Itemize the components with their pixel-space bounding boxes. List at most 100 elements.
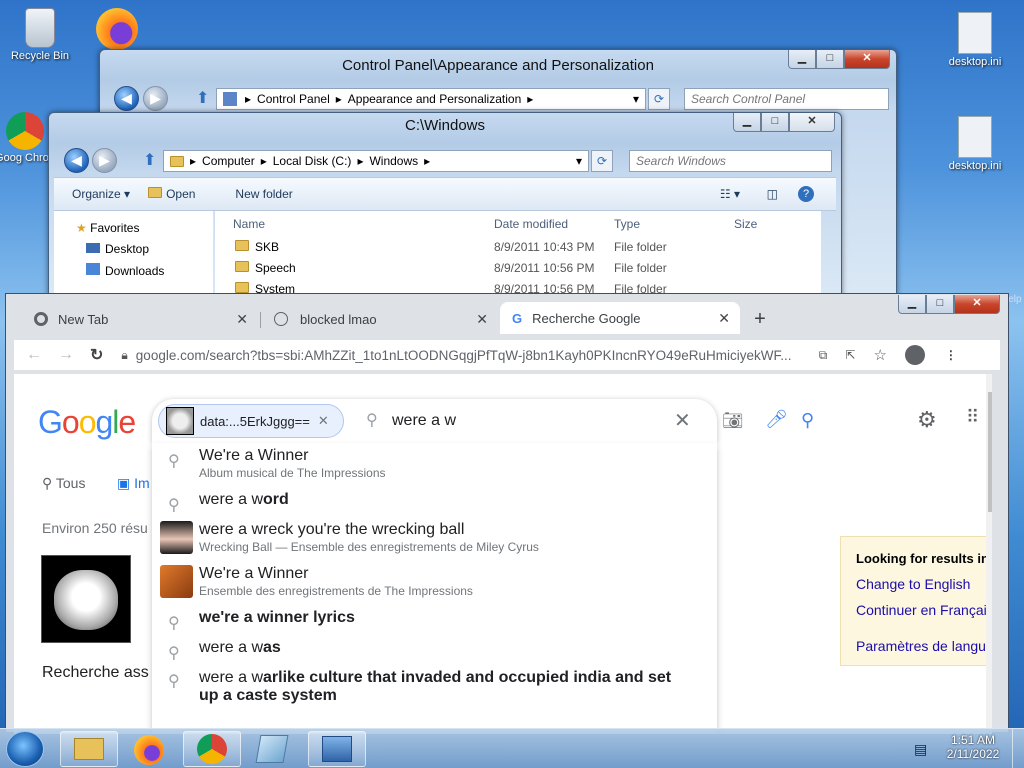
bookmark-star-icon[interactable]: ☆ xyxy=(873,346,886,364)
maximize-button[interactable]: □ xyxy=(816,50,844,69)
microphone-icon[interactable]: 🎤︎ xyxy=(765,409,788,430)
network-icon[interactable]: ▤ xyxy=(914,741,927,758)
suggestion-item[interactable]: ⚲ were a warlike culture that invaded an… xyxy=(152,669,717,705)
tab-images[interactable]: ▣ Im xyxy=(117,475,150,492)
view-options-icon[interactable]: ☷ ▾ xyxy=(720,187,740,201)
breadcrumb-control-panel[interactable]: Control Panel xyxy=(257,92,330,106)
file-row[interactable]: SKB 8/9/2011 10:43 PM File folder xyxy=(215,236,821,257)
url-field[interactable]: google.com/search?tbs=sbi:AMhZZit_1to1nL… xyxy=(136,348,801,363)
scrollbar-thumb[interactable] xyxy=(988,392,992,512)
suggestion-item[interactable]: were a wreck you're the wrecking ball Wr… xyxy=(152,521,717,554)
translate-icon[interactable]: ⧉ xyxy=(819,348,828,363)
close-tab-icon[interactable]: ✕ xyxy=(236,311,248,328)
breadcrumb-windows[interactable]: Windows xyxy=(369,154,418,168)
taskbar-control-panel-button[interactable] xyxy=(308,731,366,767)
new-tab-button[interactable]: + xyxy=(747,307,773,333)
address-bar[interactable]: ▸ Computer ▸ Local Disk (C:) ▸ Windows ▸… xyxy=(163,150,589,172)
column-type[interactable]: Type xyxy=(614,217,640,231)
search-windows-input[interactable]: Search Windows xyxy=(629,150,832,172)
column-name[interactable]: Name xyxy=(233,217,265,231)
tab-new-tab[interactable]: New Tab ✕ xyxy=(22,304,258,334)
forward-button[interactable]: ▶ xyxy=(143,86,168,111)
breadcrumb-local-disk[interactable]: Local Disk (C:) xyxy=(273,154,352,168)
reload-icon[interactable]: ↻ xyxy=(90,345,103,365)
up-arrow-icon[interactable]: ⬆ xyxy=(196,88,209,108)
recycle-bin-desktop-icon[interactable]: Recycle Bin xyxy=(0,8,80,62)
image-search-chip[interactable]: data:...5ErkJggg== ✕ xyxy=(158,404,344,438)
maximize-button[interactable]: □ xyxy=(926,295,954,314)
search-control-panel-input[interactable]: Search Control Panel xyxy=(684,88,889,110)
tab-recherche-google[interactable]: G Recherche Google ✕ xyxy=(500,302,740,334)
google-logo[interactable]: Google xyxy=(38,404,136,441)
language-settings-link[interactable]: Paramètres de langue xyxy=(856,638,992,654)
settings-gear-icon[interactable]: ⚙ xyxy=(917,407,937,433)
clock[interactable]: 1:51 AM 2/11/2022 xyxy=(938,733,1008,761)
open-button[interactable]: Open xyxy=(148,187,195,201)
help-icon[interactable]: ? xyxy=(798,186,814,202)
forward-button[interactable]: ▶ xyxy=(92,148,117,173)
back-arrow-icon[interactable]: ← xyxy=(26,346,42,364)
start-button[interactable] xyxy=(6,731,44,767)
continue-french-link[interactable]: Continuer en Françai xyxy=(856,602,987,618)
chrome-window[interactable]: ▁ □ ✕ New Tab ✕ blocked lmao ✕ G Recherc… xyxy=(5,293,1009,734)
address-dropdown-icon[interactable]: ▾ xyxy=(633,92,639,106)
taskbar-firefox-button[interactable] xyxy=(134,735,164,765)
preview-pane-icon[interactable]: ◫ xyxy=(767,187,778,201)
favorites-item[interactable]: ★ Favorites xyxy=(76,221,139,235)
minimize-button[interactable]: ▁ xyxy=(898,295,926,314)
share-icon[interactable]: ⇱ xyxy=(845,348,855,362)
minimize-button[interactable]: ▁ xyxy=(733,113,761,132)
close-button[interactable]: ✕ xyxy=(844,50,890,69)
related-search[interactable]: Recherche ass xyxy=(42,664,149,682)
back-button[interactable]: ◀ xyxy=(114,86,139,111)
taskbar-chrome-button[interactable] xyxy=(183,731,241,767)
search-submit-icon[interactable]: ⚲ xyxy=(801,410,814,431)
refresh-button[interactable]: ⟳ xyxy=(591,150,613,172)
address-bar[interactable]: ▸ Control Panel ▸ Appearance and Persona… xyxy=(216,88,646,110)
close-button[interactable]: ✕ xyxy=(789,113,835,132)
tab-blocked[interactable]: blocked lmao ✕ xyxy=(262,304,498,334)
suggestion-item[interactable]: ⚲ we're a winner lyrics xyxy=(152,609,717,632)
refresh-button[interactable]: ⟳ xyxy=(648,88,670,110)
search-input[interactable]: were a w xyxy=(392,412,456,430)
close-tab-icon[interactable]: ✕ xyxy=(476,311,488,328)
forward-arrow-icon[interactable]: → xyxy=(58,346,74,364)
camera-icon[interactable]: 📷︎ xyxy=(722,411,744,431)
file-row[interactable]: Speech 8/9/2011 10:56 PM File folder xyxy=(215,257,821,278)
suggestion-item[interactable]: ⚲ We're a Winner Album musical de The Im… xyxy=(152,447,717,480)
taskbar-explorer-button[interactable] xyxy=(60,731,118,767)
tab-all[interactable]: ⚲ Tous xyxy=(42,475,85,492)
show-desktop-button[interactable] xyxy=(1012,729,1024,768)
column-date[interactable]: Date modified xyxy=(494,217,568,231)
firefox-desktop-icon[interactable] xyxy=(96,8,138,50)
taskbar-notepad-button[interactable] xyxy=(255,735,289,763)
up-arrow-icon[interactable]: ⬆ xyxy=(143,150,156,170)
close-tab-icon[interactable]: ✕ xyxy=(718,310,730,327)
apps-grid-icon[interactable]: ⠿ xyxy=(966,407,979,428)
search-box[interactable]: data:...5ErkJggg== ✕ ⚲ were a w ✕ xyxy=(152,399,717,443)
column-size[interactable]: Size xyxy=(734,217,757,231)
breadcrumb-appearance[interactable]: Appearance and Personalization xyxy=(348,92,521,106)
close-button[interactable]: ✕ xyxy=(954,295,1000,314)
change-to-english-link[interactable]: Change to English xyxy=(856,576,984,592)
desktop-ini-icon-2[interactable]: desktop.ini xyxy=(935,116,1015,172)
clear-search-icon[interactable]: ✕ xyxy=(674,408,691,433)
desktop-nav-item[interactable]: Desktop xyxy=(86,242,149,256)
query-image[interactable] xyxy=(41,555,131,643)
downloads-nav-item[interactable]: Downloads xyxy=(86,263,164,278)
maximize-button[interactable]: □ xyxy=(761,113,789,132)
chip-close-icon[interactable]: ✕ xyxy=(318,413,329,429)
suggestion-item[interactable]: ⚲ were a was xyxy=(152,639,717,662)
minimize-button[interactable]: ▁ xyxy=(788,50,816,69)
profile-avatar-icon[interactable] xyxy=(904,345,925,365)
menu-kebab-icon[interactable]: ⋮ xyxy=(945,348,957,362)
suggestion-item[interactable]: We're a Winner Ensemble des enregistreme… xyxy=(152,565,717,598)
suggestion-item[interactable]: ⚲ were a word xyxy=(152,491,717,514)
new-folder-button[interactable]: New folder xyxy=(235,187,292,201)
scrollbar[interactable] xyxy=(986,374,992,734)
back-button[interactable]: ◀ xyxy=(64,148,89,173)
breadcrumb-computer[interactable]: Computer xyxy=(202,154,255,168)
desktop-ini-icon-1[interactable]: desktop.ini xyxy=(935,12,1015,68)
explorer-window[interactable]: C:\Windows ▁ □ ✕ ◀ ▶ ⬆ ▸ Computer ▸ Loca… xyxy=(48,112,842,303)
address-dropdown-icon[interactable]: ▾ xyxy=(576,154,582,168)
